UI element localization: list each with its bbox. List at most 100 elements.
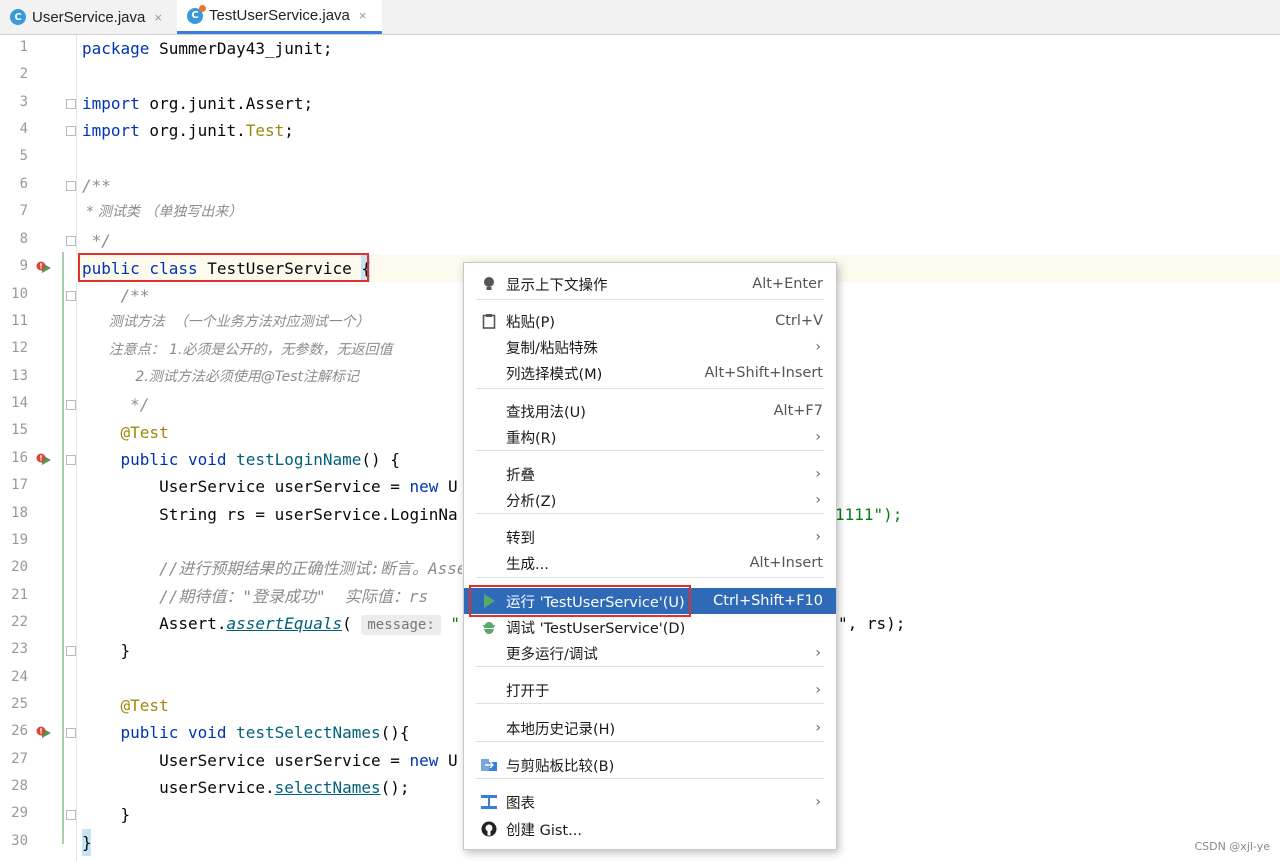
code-line-15: @Test: [82, 423, 169, 442]
chevron-right-icon: ›: [815, 645, 821, 661]
code-line-18-tail: 1111");: [835, 505, 903, 524]
menu-separator: [476, 577, 824, 578]
menu-item-label: 查找用法(U): [506, 404, 586, 421]
code-line-6: /**: [82, 176, 111, 195]
tab-testuserservice[interactable]: C TestUserService.java ×: [177, 0, 382, 34]
run-item-highlight: [469, 585, 691, 617]
class-declaration-highlight: [78, 253, 369, 282]
chevron-right-icon: ›: [815, 492, 821, 508]
menu-item[interactable]: 粘贴(P) Ctrl+V: [464, 308, 836, 334]
menu-item[interactable]: 打开于 ›: [464, 677, 836, 703]
code-line-29: }: [82, 805, 131, 824]
menu-item[interactable]: 分析(Z) ›: [464, 487, 836, 513]
menu-separator: [476, 388, 824, 389]
code-line-1: package SummerDay43_junit;: [82, 39, 333, 58]
menu-item-label: 分析(Z): [506, 493, 557, 510]
menu-item-label: 粘贴(P): [506, 314, 556, 331]
menu-item[interactable]: 显示上下文操作 Alt+Enter: [464, 271, 836, 297]
menu-item-label: 调试 'TestUserService'(D): [506, 620, 686, 637]
menu-item-shortcut: Alt+Enter: [752, 276, 823, 292]
menu-separator: [476, 778, 824, 779]
chevron-right-icon: ›: [815, 429, 821, 445]
code-line-12: 注意点： 1.必须是公开的，无参数，无返回值: [82, 342, 393, 358]
editor-tab-bar: C UserService.java × C TestUserService.j…: [0, 0, 1280, 35]
watermark: CSDN @xjl-ye: [1194, 840, 1270, 853]
menu-item[interactable]: 查找用法(U) Alt+F7: [464, 398, 836, 424]
menu-item-shortcut: Alt+Shift+Insert: [704, 365, 823, 381]
chevron-right-icon: ›: [815, 339, 821, 355]
menu-separator: [476, 299, 824, 300]
code-line-20: //进行预期结果的正确性测试:断言。Asse: [82, 559, 462, 578]
menu-item-label: 生成...: [506, 556, 549, 573]
chevron-right-icon: ›: [815, 794, 821, 810]
code-line-23: }: [82, 641, 131, 660]
menu-item[interactable]: 生成... Alt+Insert: [464, 550, 836, 576]
debug-icon: [480, 618, 498, 636]
chevron-right-icon: ›: [815, 466, 821, 482]
menu-item[interactable]: 本地历史记录(H) ›: [464, 715, 836, 741]
code-line-18: String rs = userService.LoginNa: [82, 505, 458, 524]
code-line-10: /**: [82, 286, 150, 305]
chevron-right-icon: ›: [815, 720, 821, 736]
tab-label: UserService.java: [32, 8, 146, 26]
code-line-13: 2.测试方法必须使用@Test注解标记: [82, 369, 359, 385]
menu-separator: [476, 741, 824, 742]
menu-item-label: 打开于: [506, 683, 550, 700]
menu-item-label: 显示上下文操作: [506, 277, 608, 294]
code-line-11: 测试方法 （一个业务方法对应测试一个）: [82, 314, 370, 330]
tab-userservice[interactable]: C UserService.java ×: [0, 0, 176, 34]
chevron-right-icon: ›: [815, 529, 821, 545]
menu-item[interactable]: 与剪贴板比较(B): [464, 752, 836, 778]
menu-item-label: 转到: [506, 530, 535, 547]
code-line-28: userService.selectNames();: [82, 778, 410, 797]
menu-item-shortcut: Ctrl+V: [775, 313, 823, 329]
menu-item-label: 与剪贴板比较(B): [506, 758, 615, 775]
menu-item-label: 创建 Gist...: [506, 822, 582, 839]
menu-item[interactable]: 折叠 ›: [464, 461, 836, 487]
menu-separator: [476, 666, 824, 667]
menu-item[interactable]: 创建 Gist...: [464, 816, 836, 842]
close-icon[interactable]: ×: [359, 8, 367, 23]
menu-item[interactable]: 列选择模式(M) Alt+Shift+Insert: [464, 360, 836, 386]
code-line-25: @Test: [82, 696, 169, 715]
parameter-hint: message:: [361, 615, 441, 635]
lightbulb-icon: [480, 275, 498, 293]
menu-item-label: 重构(R): [506, 430, 557, 447]
menu-separator: [476, 513, 824, 514]
menu-item[interactable]: 重构(R) ›: [464, 424, 836, 450]
clipboard-icon: [480, 312, 498, 330]
menu-separator: [476, 450, 824, 451]
menu-item[interactable]: 调试 'TestUserService'(D): [464, 614, 836, 640]
menu-item-label: 更多运行/调试: [506, 646, 598, 663]
code-line-16: public void testLoginName() {: [82, 450, 400, 469]
menu-item-shortcut: Alt+Insert: [749, 555, 823, 571]
compare-icon: [480, 756, 498, 774]
menu-item-label: 列选择模式(M): [506, 366, 603, 383]
menu-item[interactable]: 图表 ›: [464, 789, 836, 815]
menu-item[interactable]: 转到 ›: [464, 524, 836, 550]
code-line-21: //期待值："登录成功" 实际值：rs: [82, 587, 429, 606]
chevron-right-icon: ›: [815, 682, 821, 698]
code-line-8: */: [82, 231, 111, 250]
github-icon: [480, 820, 498, 838]
menu-separator: [476, 703, 824, 704]
class-icon: C: [10, 9, 26, 25]
menu-item-label: 图表: [506, 795, 535, 812]
test-class-icon: C: [187, 4, 206, 24]
close-icon[interactable]: ×: [154, 10, 162, 25]
menu-item-label: 复制/粘贴特殊: [506, 340, 598, 357]
editor-context-menu: 显示上下文操作 Alt+Enter 粘贴(P) Ctrl+V 复制/粘贴特殊 › 列选择模式…: [463, 262, 837, 850]
menu-item-shortcut: Alt+F7: [773, 403, 823, 419]
code-line-22: Assert.assertEquals( message: ": [82, 614, 461, 635]
diagram-icon: [480, 793, 498, 811]
menu-item[interactable]: 更多运行/调试 ›: [464, 640, 836, 666]
menu-item-shortcut: Ctrl+Shift+F10: [713, 593, 823, 609]
code-line-26: public void testSelectNames(){: [82, 723, 410, 742]
code-line-7: * 测试类 （单独写出来）: [82, 204, 243, 220]
code-line-30: }: [82, 829, 92, 856]
tab-label: TestUserService.java: [209, 7, 350, 24]
code-line-14: */: [82, 395, 150, 414]
menu-item-label: 本地历史记录(H): [506, 721, 616, 738]
menu-item[interactable]: 复制/粘贴特殊 ›: [464, 334, 836, 360]
code-line-27: UserService userService = new U: [82, 751, 458, 770]
